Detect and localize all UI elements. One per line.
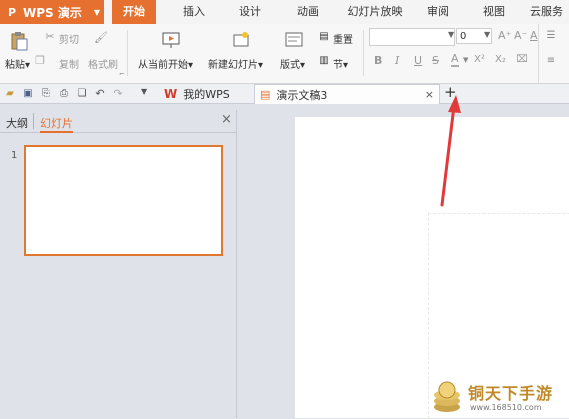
tab-my-wps[interactable]: W 我的WPS bbox=[160, 84, 250, 103]
slide-number: 1 bbox=[11, 150, 18, 161]
toolbar-dropdown-icon[interactable]: ▼ bbox=[141, 87, 147, 96]
tab-outline[interactable]: 大纲 bbox=[6, 115, 28, 131]
app-name: WPS 演示 bbox=[23, 5, 82, 20]
open-folder-icon[interactable]: ▰ bbox=[4, 87, 16, 99]
redo-icon[interactable]: ↷ bbox=[112, 87, 124, 100]
presentation-file-icon: ▤ bbox=[260, 88, 271, 101]
reset-icon: ▤ bbox=[319, 30, 329, 42]
watermark-title: 铜天下手游 bbox=[468, 384, 554, 403]
annotation-arrow bbox=[440, 95, 461, 207]
from-current-button[interactable]: 从当前开始▾ bbox=[138, 56, 193, 71]
clear-format-button[interactable]: A bbox=[530, 29, 538, 42]
italic-button[interactable]: I bbox=[395, 54, 399, 67]
bullet-list-icon[interactable]: ☰ bbox=[544, 29, 558, 41]
brush-icon: 🖌 bbox=[94, 30, 108, 44]
divider bbox=[33, 113, 34, 129]
subscript-button[interactable]: X₂ bbox=[495, 54, 506, 65]
paste-icon[interactable] bbox=[8, 30, 30, 52]
tab-slideshow[interactable]: 幻灯片放映 bbox=[340, 0, 410, 24]
layout-button[interactable]: 版式▾ bbox=[280, 56, 305, 71]
app-menu-button[interactable]: P WPS 演示 ▼ bbox=[0, 0, 104, 24]
copy-button[interactable]: 复制 bbox=[59, 56, 79, 71]
slideshow-icon[interactable] bbox=[160, 30, 182, 50]
wps-logo-icon: W bbox=[164, 86, 178, 101]
coin-stack-icon bbox=[434, 381, 460, 412]
tab-insert[interactable]: 插入 bbox=[172, 0, 216, 24]
new-slide-button[interactable]: 新建幻灯片▾ bbox=[208, 56, 263, 71]
section-icon: ▥ bbox=[319, 54, 329, 66]
tab-view[interactable]: 视图 bbox=[476, 0, 512, 24]
superscript-button[interactable]: X² bbox=[474, 54, 485, 65]
font-color-button[interactable]: A bbox=[451, 53, 459, 67]
watermark-url: www.168510.com bbox=[470, 403, 542, 412]
chevron-down-icon: ▼ bbox=[484, 30, 491, 39]
underline-button[interactable]: U bbox=[414, 54, 422, 67]
chevron-down-icon: ▼ bbox=[93, 7, 100, 17]
tab-document-label: 演示文稿3 bbox=[276, 88, 328, 102]
text-effect-icon[interactable]: ⌧ bbox=[516, 53, 528, 65]
reset-button[interactable]: 重置 bbox=[333, 31, 353, 46]
scissors-icon: ✂ bbox=[45, 29, 55, 43]
divider bbox=[363, 30, 364, 76]
divider bbox=[538, 24, 539, 83]
divider bbox=[127, 30, 128, 76]
shrink-font-button[interactable]: A⁻ bbox=[514, 29, 527, 42]
format-painter-button[interactable]: 格式刷 bbox=[88, 56, 118, 71]
grow-font-button[interactable]: A⁺ bbox=[498, 29, 511, 42]
align-left-icon[interactable]: ≡ bbox=[544, 54, 558, 66]
strikethrough-button[interactable]: S bbox=[432, 54, 439, 67]
export-icon[interactable]: ⎘ bbox=[40, 87, 52, 99]
chevron-down-icon: ▼ bbox=[463, 56, 469, 64]
copy-icon: ❐ bbox=[35, 53, 45, 67]
close-icon[interactable]: × bbox=[221, 112, 232, 127]
tab-cloud[interactable]: 云服务 bbox=[530, 0, 569, 24]
undo-icon[interactable]: ↶ bbox=[94, 87, 106, 100]
print-icon[interactable]: ⎙ bbox=[58, 87, 70, 99]
font-name-select[interactable] bbox=[369, 28, 455, 46]
tab-slides[interactable]: 幻灯片 bbox=[40, 115, 73, 133]
panel-header bbox=[0, 110, 236, 133]
tab-animation[interactable]: 动画 bbox=[286, 0, 330, 24]
bold-button[interactable]: B bbox=[374, 54, 382, 67]
section-button[interactable]: 节▾ bbox=[333, 56, 348, 71]
layout-icon[interactable] bbox=[285, 31, 303, 49]
print-preview-icon[interactable]: ❏ bbox=[76, 87, 88, 99]
tab-home[interactable]: 开始 bbox=[112, 0, 156, 24]
cut-button[interactable]: 剪切 bbox=[59, 31, 79, 46]
tab-design[interactable]: 设计 bbox=[228, 0, 272, 24]
chevron-down-icon: ▼ bbox=[448, 30, 455, 39]
paste-button[interactable]: 粘贴▾ bbox=[5, 56, 30, 71]
watermark: 铜天下手游 www.168510.com bbox=[430, 378, 569, 418]
save-icon[interactable]: ▣ bbox=[22, 87, 34, 99]
wps-logo-icon: P bbox=[7, 5, 17, 19]
dialog-launcher-icon[interactable]: ⌐ bbox=[119, 70, 125, 78]
tab-my-wps-label: 我的WPS bbox=[183, 87, 230, 101]
tab-document[interactable]: ▤ 演示文稿3 × bbox=[254, 84, 440, 104]
new-slide-icon[interactable] bbox=[231, 30, 251, 50]
tab-review[interactable]: 审阅 bbox=[420, 0, 456, 24]
slide-thumbnail[interactable] bbox=[24, 145, 223, 256]
